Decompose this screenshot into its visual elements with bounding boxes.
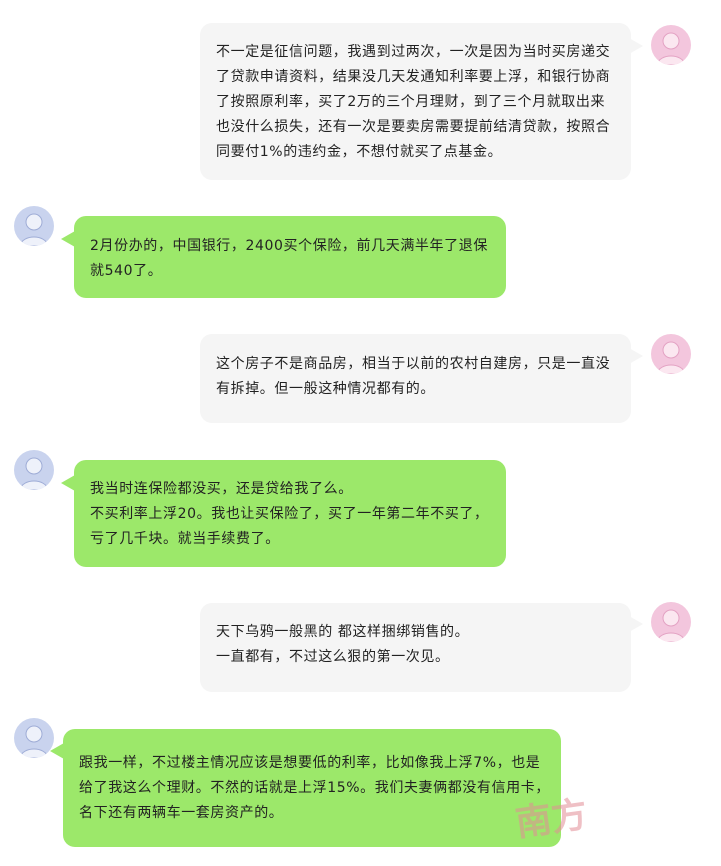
- message-line: 给了我这么个理财。不然的话就是上浮15%。我们夫妻俩都没有信用卡，: [79, 780, 550, 796]
- watermark-logo: 南方: [512, 793, 591, 845]
- message-line: 名下还有两辆车一套房资产的。: [79, 805, 284, 821]
- bubble-tail: [50, 743, 64, 759]
- message-other: 跟我一样，不过楼主情况应该是想要低的利率，比如像我上浮7%，也是 给了我这么个理…: [0, 0, 721, 866]
- message-line: 跟我一样，不过楼主情况应该是想要低的利率，比如像我上浮7%，也是: [79, 755, 541, 771]
- user-avatar[interactable]: [14, 718, 54, 758]
- chat-thread: 不一定是征信问题，我遇到过两次，一次是因为当时买房递交 了贷款申请资料，结果没几…: [0, 0, 721, 866]
- message-bubble: 跟我一样，不过楼主情况应该是想要低的利率，比如像我上浮7%，也是 给了我这么个理…: [63, 729, 561, 847]
- avatar-icon: [14, 718, 54, 758]
